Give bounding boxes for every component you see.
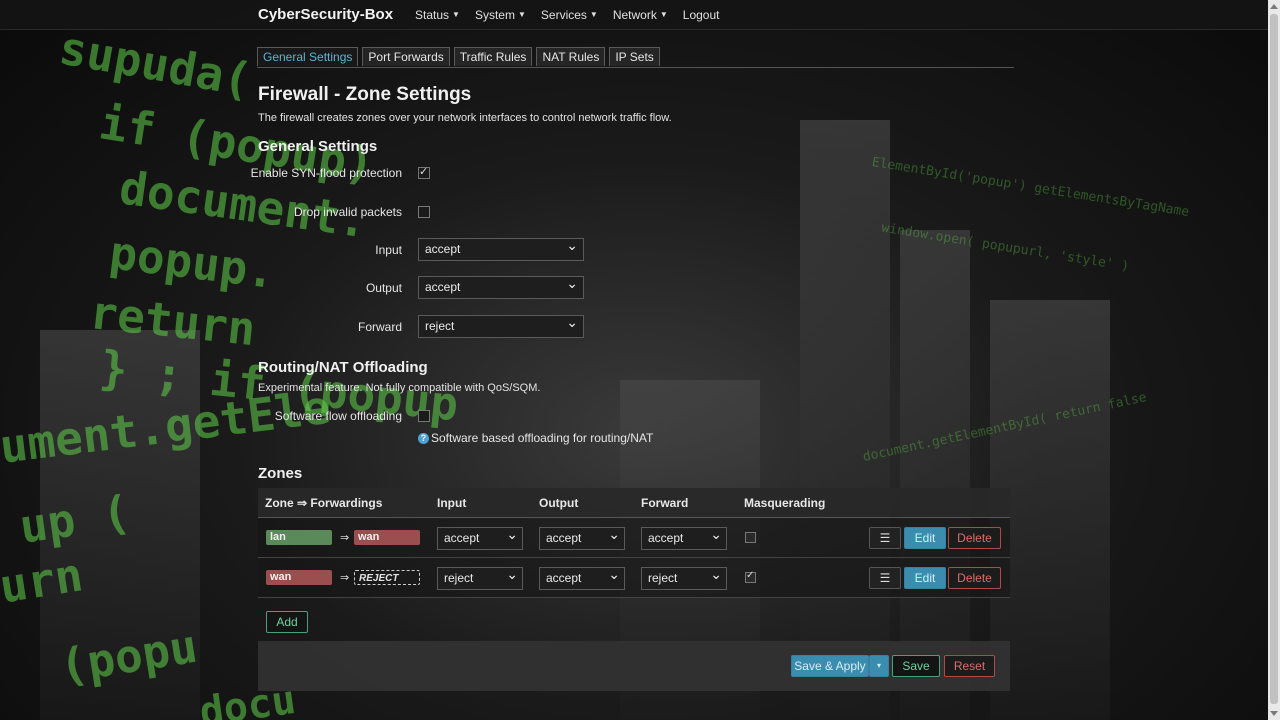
page-scrollbar[interactable]	[1268, 0, 1280, 720]
table-row: wan ⇒ REJECT reject accept reject ☰ Edit…	[258, 558, 1010, 598]
offloading-heading: Routing/NAT Offloading	[258, 359, 428, 376]
input-policy-select[interactable]: accept	[418, 235, 584, 261]
output-policy-select[interactable]: accept	[418, 273, 584, 299]
help-icon: ?	[418, 433, 429, 444]
add-zone-button[interactable]: Add	[266, 611, 308, 633]
top-navbar: CyberSecurity-Box Status ▼ System ▼ Servic…	[0, 0, 1268, 30]
zone-output-select[interactable]: accept	[539, 564, 625, 590]
zone-output-select[interactable]: accept	[539, 524, 625, 550]
zone-badge-wan: wan	[266, 570, 332, 585]
zone-input-select[interactable]: reject	[437, 564, 523, 590]
scrollbar-thumb[interactable]	[1270, 14, 1278, 704]
zone-forward-select[interactable]: reject	[641, 564, 727, 590]
masquerading-checkbox[interactable]	[745, 570, 756, 583]
forward-arrow-icon: ⇒	[340, 572, 350, 584]
menu-network[interactable]: Network ▼	[613, 8, 668, 22]
drop-invalid-checkbox[interactable]	[418, 206, 430, 218]
edit-button[interactable]: Edit	[904, 567, 946, 589]
page-description: The firewall creates zones over your net…	[258, 112, 672, 124]
save-apply-dropdown-icon[interactable]: ▾	[869, 655, 889, 677]
syn-flood-checkbox[interactable]	[418, 165, 430, 179]
page-actions-bar: Save & Apply ▾ Save Reset	[258, 641, 1010, 691]
zone-badge-wan: wan	[354, 530, 420, 545]
output-policy-label: Output	[365, 281, 402, 295]
caret-down-icon: ▼	[659, 10, 668, 19]
forward-policy-label: Forward	[357, 320, 402, 334]
tab-ip-sets[interactable]: IP Sets	[609, 47, 660, 66]
reset-button[interactable]: Reset	[944, 655, 995, 677]
save-apply-button[interactable]: Save & Apply	[791, 655, 869, 677]
scroll-down-icon[interactable]	[1270, 711, 1278, 716]
delete-button[interactable]: Delete	[948, 527, 1001, 549]
main-menu: Status ▼ System ▼ Services ▼ Network ▼ Logou…	[415, 8, 719, 22]
zone-badge-lan: lan	[266, 530, 332, 545]
menu-system[interactable]: System ▼	[475, 8, 526, 22]
brand-logo[interactable]: CyberSecurity-Box	[258, 6, 393, 23]
zone-input-select[interactable]: accept	[437, 524, 523, 550]
menu-status[interactable]: Status ▼	[415, 8, 460, 22]
col-masquerading: Masquerading	[744, 496, 826, 510]
zones-table: Zone ⇒ Forwardings Input Output Forward …	[258, 488, 1010, 607]
tab-nat-rules[interactable]: NAT Rules	[536, 47, 606, 66]
sw-offloading-help: ? Software based offloading for routing/N…	[418, 431, 653, 445]
delete-button[interactable]: Delete	[948, 567, 1001, 589]
drag-handle-button[interactable]: ☰	[869, 567, 901, 589]
col-forward: Forward	[641, 496, 689, 510]
save-button[interactable]: Save	[892, 655, 940, 677]
col-input: Input	[437, 496, 467, 510]
tab-traffic-rules[interactable]: Traffic Rules	[453, 47, 533, 66]
zones-table-header: Zone ⇒ Forwardings Input Output Forward …	[258, 488, 1010, 518]
tab-port-forwards[interactable]: Port Forwards	[362, 47, 450, 66]
drag-handle-button[interactable]: ☰	[869, 527, 901, 549]
offloading-description: Experimental feature. Not fully compatib…	[258, 382, 541, 394]
col-zone: Zone ⇒ Forwardings	[265, 496, 383, 510]
zones-heading: Zones	[258, 465, 303, 482]
menu-logout[interactable]: Logout	[683, 8, 720, 22]
caret-down-icon: ▼	[589, 10, 598, 19]
input-policy-label: Input	[375, 243, 402, 257]
firewall-tabs: General Settings Port Forwards Traffic R…	[257, 47, 1014, 68]
forward-arrow-icon: ⇒	[340, 532, 350, 544]
menu-services[interactable]: Services ▼	[541, 8, 598, 22]
sw-offloading-label: Software flow offloading	[274, 409, 402, 423]
general-settings-heading: General Settings	[258, 138, 378, 155]
zone-badge-reject: REJECT	[354, 570, 420, 585]
sw-offloading-checkbox[interactable]	[418, 410, 430, 422]
background-image: supuda( if (popup) document. popup. retu…	[0, 0, 1280, 720]
caret-down-icon: ▼	[452, 10, 460, 19]
caret-down-icon: ▼	[517, 10, 526, 19]
col-output: Output	[539, 496, 579, 510]
tab-general-settings[interactable]: General Settings	[257, 47, 359, 66]
page-title: Firewall - Zone Settings	[258, 84, 472, 105]
edit-button[interactable]: Edit	[904, 527, 946, 549]
zone-forward-select[interactable]: accept	[641, 524, 727, 550]
table-row: lan ⇒ wan accept accept accept ☰ Edit De…	[258, 518, 1010, 558]
scroll-up-icon[interactable]	[1270, 4, 1278, 9]
masquerading-checkbox[interactable]	[745, 532, 756, 543]
drop-invalid-label: Drop invalid packets	[293, 205, 402, 219]
syn-flood-label: Enable SYN-flood protection	[250, 166, 402, 180]
forward-policy-select[interactable]: reject	[418, 312, 584, 338]
